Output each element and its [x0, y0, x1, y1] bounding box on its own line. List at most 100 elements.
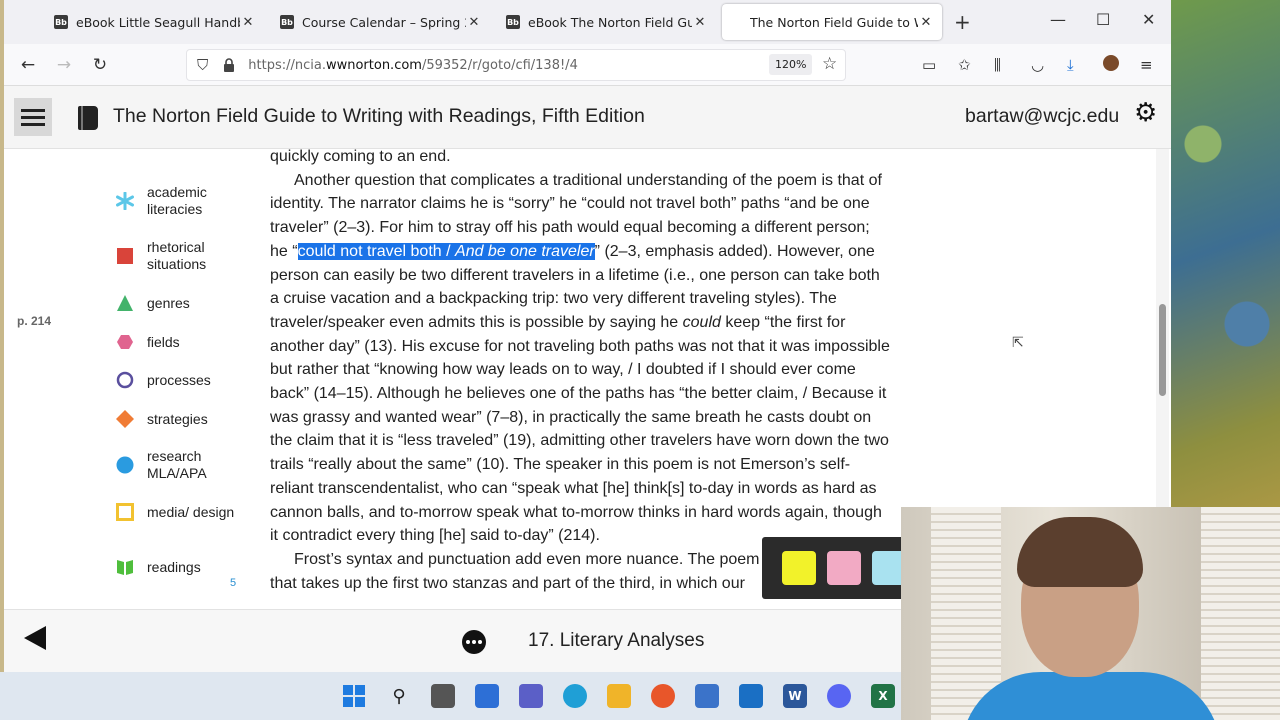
circle-icon: [116, 456, 134, 474]
teams-chat-icon[interactable]: [519, 684, 543, 708]
discord-icon[interactable]: [827, 684, 851, 708]
sidebar-item-label: media/ design: [147, 503, 235, 520]
text-run: keep “the first for another day” (13). H…: [270, 313, 890, 545]
zoom-level[interactable]: 120%: [769, 54, 813, 75]
reader-header: The Norton Field Guide to Writing with R…: [4, 86, 1171, 149]
microsoft-store-icon[interactable]: [695, 684, 719, 708]
tab-little-seagull[interactable]: Bb eBook Little Seagull Handbook ✕: [46, 4, 264, 40]
back-arrow-icon[interactable]: ←: [15, 52, 41, 78]
close-icon[interactable]: ✕: [918, 15, 934, 30]
close-icon[interactable]: ✕: [692, 15, 708, 30]
page-marker: p. 214: [17, 314, 52, 328]
sidebar-item-label: readings: [147, 558, 201, 575]
book-open-icon: [116, 558, 134, 576]
tab-title: eBook Little Seagull Handbook: [76, 14, 240, 30]
blackboard-favicon-icon: Bb: [54, 15, 68, 29]
sidebar-item-label: rhetorical situations: [147, 239, 207, 272]
tab-title: Course Calendar – Spring 2022: [302, 14, 466, 30]
reload-icon[interactable]: ↻: [87, 52, 113, 78]
diamond-icon: [116, 410, 134, 428]
sidebar-item-research[interactable]: research MLA/APA: [116, 448, 256, 482]
maximize-icon[interactable]: ☐: [1096, 10, 1110, 29]
download-icon[interactable]: ⤓: [1067, 56, 1074, 74]
highlight-blue-swatch[interactable]: [872, 551, 902, 585]
excel-icon[interactable]: X: [871, 684, 895, 708]
chapter-title[interactable]: 17. Literary Analyses: [528, 630, 704, 652]
pocket-icon[interactable]: ◡: [1031, 56, 1044, 74]
tab-strip: Bb eBook Little Seagull Handbook ✕ Bb Co…: [4, 0, 1171, 44]
scrollbar-thumb[interactable]: [1159, 304, 1166, 396]
word-icon[interactable]: W: [783, 684, 807, 708]
highlight-run: could not travel both /: [297, 242, 456, 260]
tab-title: The Norton Field Guide to Writi: [750, 14, 918, 30]
bookmarks-star-icon[interactable]: ✩: [958, 56, 971, 74]
mouse-cursor-icon: ⇱: [1012, 335, 1024, 351]
hexagon-icon: [116, 333, 134, 351]
sidebar-item-rhetorical-situations[interactable]: rhetorical situations: [116, 239, 256, 273]
sidebar-item-strategies[interactable]: strategies: [116, 410, 256, 428]
circle-outline-icon: [116, 371, 134, 389]
firefox-icon[interactable]: [651, 684, 675, 708]
tab-course-calendar[interactable]: Bb Course Calendar – Spring 2022 ✕: [272, 4, 490, 40]
more-options-icon[interactable]: [462, 630, 486, 654]
edge-browser-icon[interactable]: [563, 684, 587, 708]
sidebar-item-fields[interactable]: fields: [116, 333, 256, 351]
gear-icon[interactable]: ⚙: [1134, 100, 1157, 126]
sidebar-item-label: research MLA/APA: [147, 448, 207, 481]
highlighted-text[interactable]: could not travel both / And be one trave…: [297, 242, 595, 260]
lock-icon[interactable]: [220, 57, 238, 73]
sidebar-item-label: fields: [147, 333, 180, 350]
shield-icon[interactable]: ⛉: [197, 56, 208, 74]
forward-arrow-icon[interactable]: →: [51, 52, 77, 78]
close-icon[interactable]: ✕: [240, 15, 256, 30]
window-blind: [931, 507, 1001, 720]
library-icon[interactable]: ⫼: [994, 56, 1001, 74]
sidebar-item-academic-literacies[interactable]: academic literacies: [116, 184, 256, 218]
bookmark-star-icon[interactable]: ☆: [822, 54, 837, 74]
book-title: The Norton Field Guide to Writing with R…: [113, 105, 645, 127]
blackboard-favicon-icon: Bb: [506, 15, 520, 29]
page-number: 5: [230, 577, 237, 589]
sidebar-item-media-design[interactable]: media/ design: [116, 503, 256, 521]
search-icon[interactable]: ⚲: [387, 684, 411, 708]
sidebar-item-readings[interactable]: readings: [116, 558, 256, 576]
highlight-color-palette: [762, 537, 902, 599]
window-close-icon[interactable]: ✕: [1142, 10, 1155, 29]
highlight-yellow-swatch[interactable]: [782, 551, 816, 585]
highlight-pink-swatch[interactable]: [827, 551, 861, 585]
paragraph: quickly coming to an end.: [270, 149, 451, 165]
sidebar-item-genres[interactable]: genres: [116, 294, 256, 312]
profile-avatar-icon[interactable]: [1103, 55, 1119, 71]
person-hair: [1017, 517, 1143, 587]
url-text[interactable]: https://ncia.wwnorton.com/59352/r/goto/c…: [248, 58, 578, 73]
sidebar-item-label: genres: [147, 294, 190, 311]
book-icon: [78, 106, 98, 130]
task-view-icon[interactable]: [431, 684, 455, 708]
sidebar-item-label: academic literacies: [147, 184, 207, 217]
reader-menu-button[interactable]: [14, 98, 52, 136]
widgets-icon[interactable]: [475, 684, 499, 708]
file-explorer-icon[interactable]: [607, 684, 631, 708]
sidebar-item-processes[interactable]: processes: [116, 371, 256, 389]
highlight-run-italic: And be one traveler: [455, 242, 595, 260]
reader-view-icon[interactable]: ▭: [922, 56, 936, 74]
close-icon[interactable]: ✕: [466, 15, 482, 30]
previous-page-arrow-icon[interactable]: [24, 626, 46, 650]
hamburger-menu-icon[interactable]: ≡: [1140, 56, 1153, 74]
tab-norton-field-guide-active[interactable]: The Norton Field Guide to Writi ✕: [722, 4, 942, 40]
url-path: /59352/r/goto/cfi/138!/4: [421, 57, 578, 73]
url-bar[interactable]: ⛉ https://ncia.wwnorton.com/59352/r/goto…: [186, 49, 846, 81]
windows-start-icon[interactable]: [342, 684, 366, 708]
sidebar-item-label: strategies: [147, 410, 208, 427]
url-prefix: https://ncia.: [248, 57, 326, 73]
new-tab-plus-icon[interactable]: +: [954, 10, 971, 34]
user-email[interactable]: bartaw@wcjc.edu: [965, 105, 1119, 128]
tab-norton-field-guide-bb[interactable]: Bb eBook The Norton Field Guide, ✕: [498, 4, 716, 40]
url-domain: wwnorton.com: [325, 57, 422, 73]
minimize-icon[interactable]: —: [1050, 10, 1066, 29]
essay-text[interactable]: quickly coming to an end. Another questi…: [270, 149, 890, 595]
asterisk-icon: [116, 192, 134, 210]
mail-icon[interactable]: [739, 684, 763, 708]
window-blind: [1201, 507, 1280, 720]
sidebar-item-label: processes: [147, 371, 211, 388]
